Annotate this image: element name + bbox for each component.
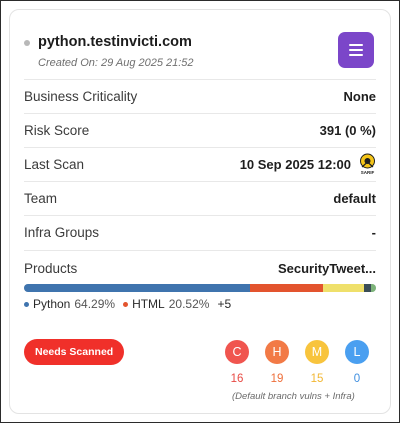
last-scan-value: 10 Sep 2025 12:00 SARIF <box>240 153 376 175</box>
asset-header: python.testinvicti.com Created On: 29 Au… <box>24 32 376 80</box>
last-scan-label: Last Scan <box>24 156 85 172</box>
severity-critical[interactable]: C 16 <box>225 340 249 385</box>
infra-groups-row: Infra Groups - <box>24 215 376 248</box>
team-value: default <box>333 190 376 206</box>
risk-score-percent: (0 %) <box>344 122 376 138</box>
more-languages-link[interactable]: +5 <box>217 297 231 311</box>
language-legend: Python 64.29% HTML 20.52% +5 <box>24 297 231 311</box>
products-label: Products <box>24 261 78 276</box>
risk-score-number: 391 <box>319 122 342 138</box>
infra-groups-label: Infra Groups <box>24 224 100 240</box>
business-criticality-row: Business Criticality None <box>24 79 376 112</box>
html-legend-dot <box>123 301 129 307</box>
python-legend-dot <box>24 301 29 307</box>
html-legend-percent: 20.52% <box>168 297 210 311</box>
severity-medium[interactable]: M 15 <box>305 340 329 385</box>
severity-note: (Default branch vulns + Infra) <box>232 391 355 402</box>
last-scan-row: Last Scan 10 Sep 2025 12:00 SARIF <box>24 147 376 180</box>
team-row: Team default <box>24 181 376 214</box>
critical-badge: C <box>225 340 249 364</box>
python-legend-percent: 64.29% <box>74 297 116 311</box>
high-count: 19 <box>270 373 284 385</box>
low-count: 0 <box>353 373 361 385</box>
created-date: Created On: 29 Aug 2025 21:52 <box>38 57 194 69</box>
hamburger-icon <box>349 44 363 56</box>
business-criticality-label: Business Criticality <box>24 88 138 104</box>
risk-score-value: 391 (0 %) <box>320 123 376 138</box>
language-segment-python[interactable] <box>24 284 251 292</box>
menu-button[interactable] <box>338 32 374 68</box>
last-scan-date: 10 Sep 2025 12:00 <box>239 156 351 172</box>
severity-low[interactable]: L 0 <box>345 340 369 385</box>
language-segment-other-2[interactable] <box>363 284 372 292</box>
sarif-scanner-icon[interactable]: SARIF <box>359 153 376 175</box>
critical-count: 16 <box>230 373 244 385</box>
products-row: Products SecurityTweet... <box>24 250 376 286</box>
products-value[interactable]: SecurityTweet... <box>278 261 376 276</box>
language-segment-other-3[interactable] <box>371 284 376 292</box>
html-legend-label: HTML <box>132 297 165 311</box>
asset-hostname[interactable]: python.testinvicti.com <box>38 34 192 50</box>
status-dot <box>24 40 30 46</box>
risk-score-row: Risk Score 391 (0 %) <box>24 113 376 146</box>
svg-text:SARIF: SARIF <box>361 170 375 175</box>
severity-high[interactable]: H 19 <box>265 340 289 385</box>
python-legend-label: Python <box>33 297 71 311</box>
language-segment-html[interactable] <box>250 284 323 292</box>
asset-card[interactable]: python.testinvicti.com Created On: 29 Au… <box>9 9 391 414</box>
window-frame: python.testinvicti.com Created On: 29 Au… <box>0 0 400 423</box>
low-badge: L <box>345 340 369 364</box>
business-criticality-value: None <box>343 88 377 104</box>
language-segment-other-1[interactable] <box>322 284 364 292</box>
medium-count: 15 <box>310 373 324 385</box>
language-breakdown-bar[interactable] <box>24 284 376 292</box>
medium-badge: M <box>305 340 329 364</box>
risk-score-label: Risk Score <box>24 122 90 138</box>
team-label: Team <box>24 190 58 206</box>
infra-groups-value: - <box>371 224 376 240</box>
high-badge: H <box>265 340 289 364</box>
needs-scanned-button[interactable]: Needs Scanned <box>24 339 125 365</box>
